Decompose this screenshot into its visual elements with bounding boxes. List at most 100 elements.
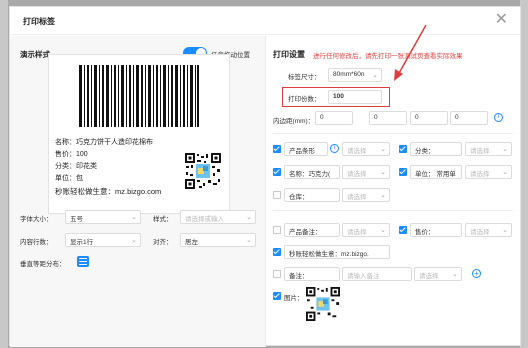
backdrop-left-edge xyxy=(0,0,8,348)
print-settings-title: 打印设置 xyxy=(273,50,305,59)
preview-name-line: 名称：巧克力饼干人造印花棉布 xyxy=(55,139,153,146)
vertical-distribute-icon[interactable] xyxy=(77,256,89,267)
rows-label: 内容行数： xyxy=(20,239,53,246)
barcode-image xyxy=(79,65,199,127)
product-note-select-placeholder: 请选择 xyxy=(347,229,367,236)
unit-select-placeholder: 请选择 xyxy=(470,171,490,178)
price-checkbox[interactable] xyxy=(399,226,407,234)
vertical-distribute-label: 垂直等距分布： xyxy=(20,261,66,268)
slogan-field: 秒账轻松做生意：mz.bizgo. xyxy=(284,245,390,259)
add-icon[interactable]: + xyxy=(472,269,481,278)
unit-field: 单位： 常用单 xyxy=(410,165,462,179)
label-size-label: 标签尺寸： xyxy=(288,74,321,81)
margin-top-input[interactable]: 0 xyxy=(315,111,353,125)
rows-value: 显示1行 xyxy=(70,239,94,246)
name-field: 名称：巧克力( xyxy=(284,165,340,179)
close-icon[interactable]: ✕ xyxy=(495,12,508,28)
unit-value: 常用单 xyxy=(436,171,456,178)
unit-checkbox[interactable] xyxy=(399,168,407,176)
chevron-down-icon: ⌄ xyxy=(380,192,386,199)
style-placeholder: 请选择或输入 xyxy=(185,216,224,223)
info-icon[interactable]: i xyxy=(494,113,503,122)
copies-label: 打印份数： xyxy=(288,96,321,103)
preview-price-line: 售价：100 xyxy=(55,151,88,158)
chevron-down-icon: ⌄ xyxy=(452,271,458,278)
chevron-down-icon: ⌄ xyxy=(131,214,137,221)
category-checkbox[interactable] xyxy=(399,145,407,153)
margin-left-input[interactable]: 0 xyxy=(450,111,488,125)
font-size-label: 字体大小： xyxy=(20,216,53,223)
product-barcode-field: 产品条形 xyxy=(284,142,328,156)
qr-thumbnail-image xyxy=(306,287,340,321)
product-note-checkbox[interactable] xyxy=(273,226,281,234)
price-select-placeholder: 请选择 xyxy=(470,229,490,236)
info-icon[interactable]: i xyxy=(330,144,339,153)
label-size-value: 80mm*60n xyxy=(333,71,365,78)
preview-unit-line: 单位：包 xyxy=(55,175,83,182)
margin-bottom-input[interactable]: 0 xyxy=(410,111,448,125)
warehouse-select-placeholder: 请选择 xyxy=(347,194,367,201)
category-select-placeholder: 请选择 xyxy=(470,148,490,155)
warehouse-select[interactable]: 请选择 ⌄ xyxy=(342,188,390,202)
chevron-down-icon: ⌄ xyxy=(502,146,508,153)
align-select[interactable]: 居左 ⌄ xyxy=(180,233,256,247)
font-size-value: 五号 xyxy=(70,216,83,223)
product-note-field: 产品备注： xyxy=(284,223,340,237)
warehouse-field: 仓库： xyxy=(284,188,340,202)
product-barcode-checkbox[interactable] xyxy=(273,145,281,153)
product-note-select[interactable]: 请选择 ⌄ xyxy=(342,223,390,237)
qr-code-image xyxy=(185,153,221,189)
preview-slogan-line: 秒账轻松做生意：mz.bizgo.com xyxy=(55,187,162,196)
style-select[interactable]: 请选择或输入 ⌄ xyxy=(180,210,256,224)
copies-input[interactable]: 100 xyxy=(328,90,382,104)
chevron-down-icon: ⌄ xyxy=(372,72,378,79)
chevron-down-icon: ⌄ xyxy=(502,227,508,234)
name-select[interactable]: 请选择 ⌄ xyxy=(342,165,390,179)
price-field: 售价： xyxy=(410,223,462,237)
demo-style-panel: 演示样式 任意拖动位置 名称：巧克力饼干人造印花棉布 售价：100 分类：印花类… xyxy=(10,36,266,347)
note-select[interactable]: 请选择 ⌄ xyxy=(414,267,462,281)
product-barcode-select[interactable]: 请选择 ⌄ xyxy=(342,142,390,156)
annotation-arrow xyxy=(394,24,427,81)
dialog-title: 打印标签 xyxy=(23,17,55,26)
margin-label: 内边距(mm)： xyxy=(273,118,315,125)
note-input[interactable]: 请输入备注 xyxy=(342,267,412,281)
name-checkbox[interactable] xyxy=(273,168,281,176)
demo-style-title: 演示样式 xyxy=(20,50,50,59)
chevron-down-icon: ⌄ xyxy=(502,169,508,176)
style-label: 样式： xyxy=(153,216,173,223)
product-barcode-select-placeholder: 请选择 xyxy=(347,148,367,155)
margin-right-input[interactable]: 0 xyxy=(369,111,407,125)
price-select[interactable]: 请选择 ⌄ xyxy=(465,223,512,237)
chevron-down-icon: ⌄ xyxy=(380,227,386,234)
warehouse-checkbox[interactable] xyxy=(273,191,281,199)
slogan-checkbox[interactable] xyxy=(273,248,281,256)
chevron-down-icon: ⌄ xyxy=(131,237,137,244)
note-checkbox[interactable] xyxy=(273,270,281,278)
image-label: 图片： xyxy=(284,295,304,302)
preview-category-line: 分类：印花类 xyxy=(55,163,97,170)
backdrop-right-edge xyxy=(520,0,528,348)
align-value: 居左 xyxy=(185,239,198,246)
name-select-placeholder: 请选择 xyxy=(347,171,367,178)
category-field: 分类： xyxy=(410,142,462,156)
label-size-select[interactable]: 80mm*60n ⌄ xyxy=(328,68,382,82)
chevron-down-icon: ⌄ xyxy=(380,146,386,153)
note-select-placeholder: 请选择 xyxy=(419,273,439,280)
divider xyxy=(273,210,513,211)
dialog-header: 打印标签 ✕ xyxy=(10,7,520,35)
note-field: 备注： xyxy=(284,267,340,281)
image-checkbox[interactable] xyxy=(273,292,281,300)
chevron-down-icon: ⌄ xyxy=(246,214,252,221)
print-label-dialog: 打印标签 ✕ 演示样式 任意拖动位置 名称：巧克力饼干人造印花棉布 售价：100… xyxy=(9,6,521,347)
rows-select[interactable]: 显示1行 ⌄ xyxy=(65,233,141,247)
font-size-select[interactable]: 五号 ⌄ xyxy=(65,210,141,224)
unit-label: 单位： xyxy=(415,171,435,178)
chevron-down-icon: ⌄ xyxy=(246,237,252,244)
align-label: 对齐： xyxy=(153,239,173,246)
chevron-down-icon: ⌄ xyxy=(380,169,386,176)
divider xyxy=(273,133,513,134)
category-select[interactable]: 请选择 ⌄ xyxy=(465,142,512,156)
label-preview: 名称：巧克力饼干人造印花棉布 售价：100 分类：印花类 单位：包 秒账轻松做生… xyxy=(48,54,230,214)
unit-select[interactable]: 请选择 ⌄ xyxy=(465,165,512,179)
